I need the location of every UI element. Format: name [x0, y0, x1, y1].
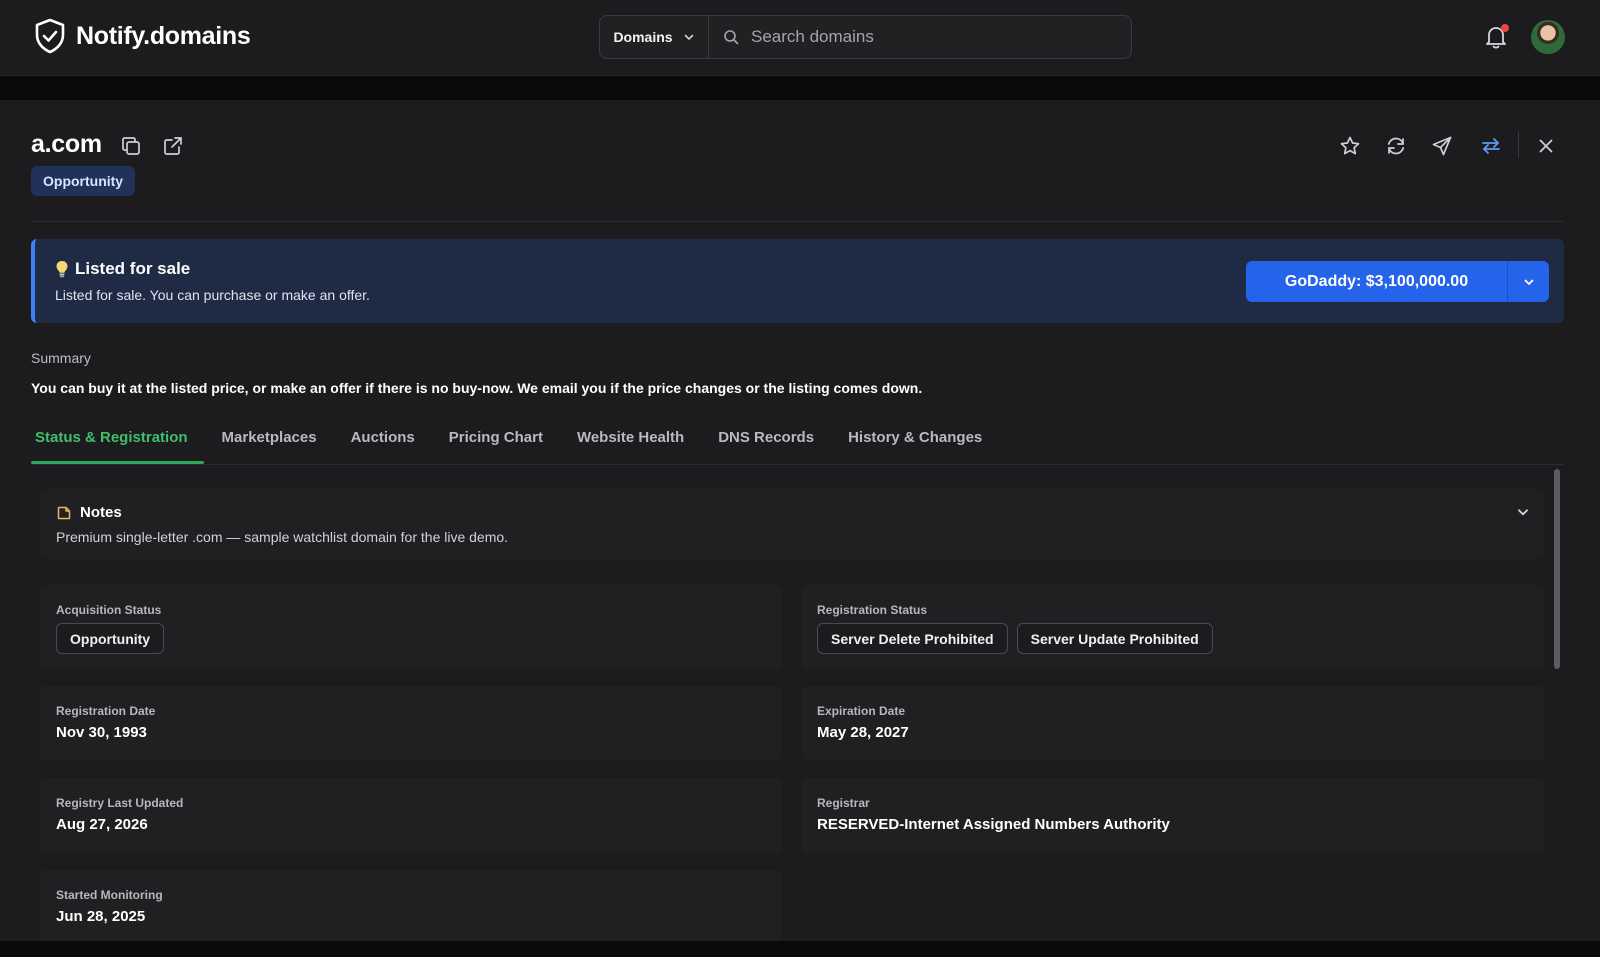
copy-button[interactable]	[118, 133, 144, 159]
acquisition-status-pill[interactable]: Opportunity	[56, 623, 165, 654]
acquisition-status-label: Acquisition Status	[56, 603, 162, 617]
banner-title: Listed for sale	[55, 259, 190, 279]
avatar[interactable]	[1531, 20, 1565, 54]
buy-button-label[interactable]: GoDaddy: $3,100,000.00	[1246, 261, 1508, 302]
tab-bar: Status & Registration Marketplaces Aucti…	[31, 424, 1012, 464]
registrar-card: Registrar RESERVED-Internet Assigned Num…	[801, 778, 1544, 852]
tab-status-registration[interactable]: Status & Registration	[31, 424, 204, 464]
started-monitoring-value: Jun 28, 2025	[56, 908, 146, 925]
footer-gap	[0, 941, 1600, 957]
top-nav-bar: Notify.domains Domains	[0, 0, 1600, 76]
search-field	[709, 16, 1131, 58]
search-scope-dropdown[interactable]: Domains	[600, 16, 709, 58]
external-link-icon	[164, 137, 182, 155]
search-scope-label: Domains	[613, 29, 673, 45]
expiration-date-value: May 28, 2027	[817, 724, 909, 741]
tab-divider	[31, 464, 1564, 465]
tab-marketplaces[interactable]: Marketplaces	[218, 424, 333, 464]
favorite-button[interactable]	[1336, 132, 1364, 160]
refresh-button[interactable]	[1382, 132, 1410, 160]
banner-title-text: Listed for sale	[75, 259, 191, 278]
share-button[interactable]	[1428, 132, 1456, 160]
search-icon	[724, 30, 739, 45]
copy-icon	[122, 137, 140, 155]
chevron-down-icon[interactable]	[1516, 505, 1530, 519]
toolbar-divider	[1518, 132, 1519, 158]
domain-title: a.com	[31, 130, 102, 158]
star-icon	[1340, 136, 1360, 155]
started-monitoring-card: Started Monitoring Jun 28, 2025	[40, 870, 782, 941]
registrar-label: Registrar	[817, 796, 870, 810]
banner-subtitle: Listed for sale. You can purchase or mak…	[55, 287, 370, 303]
tab-auctions[interactable]: Auctions	[347, 424, 431, 464]
search-bar: Domains	[599, 15, 1132, 59]
open-external-button[interactable]	[160, 133, 186, 159]
header-gap	[0, 77, 1600, 100]
acquisition-status-pills: Opportunity	[56, 623, 165, 654]
registration-status-card: Registration Status Server Delete Prohib…	[801, 585, 1544, 669]
expiration-date-label: Expiration Date	[817, 704, 906, 718]
summary-text: You can buy it at the listed price, or m…	[31, 380, 923, 396]
registration-status-label: Registration Status	[817, 603, 928, 617]
lightbulb-icon	[56, 261, 68, 278]
registrar-value: RESERVED-Internet Assigned Numbers Autho…	[817, 816, 1170, 833]
refresh-icon	[1387, 137, 1405, 155]
acquisition-status-card: Acquisition Status Opportunity	[40, 585, 782, 669]
app-name: Notify.domains	[76, 21, 251, 50]
sync-icon	[1482, 138, 1500, 154]
notes-title: Notes	[80, 504, 122, 521]
buy-button[interactable]: GoDaddy: $3,100,000.00	[1246, 261, 1549, 302]
registry-last-updated-label: Registry Last Updated	[56, 796, 184, 810]
status-pill: Server Update Prohibited	[1016, 623, 1213, 654]
summary-label: Summary	[31, 350, 91, 366]
search-input[interactable]	[751, 27, 1131, 47]
status-badge: Opportunity	[31, 166, 136, 196]
tab-pricing-chart[interactable]: Pricing Chart	[445, 424, 559, 464]
notification-dot	[1501, 24, 1509, 32]
scrollbar[interactable]	[1554, 469, 1560, 669]
close-button[interactable]	[1532, 132, 1560, 160]
chevron-down-icon	[1524, 279, 1533, 285]
tab-history-changes[interactable]: History & Changes	[844, 424, 998, 464]
notes-text: Premium single-letter .com — sample watc…	[56, 529, 509, 545]
buy-options-dropdown[interactable]	[1508, 261, 1549, 302]
send-icon	[1432, 136, 1452, 156]
expiration-date-card: Expiration Date May 28, 2027	[801, 686, 1544, 760]
sync-button[interactable]	[1477, 132, 1505, 160]
notes-header: Notes	[56, 504, 122, 521]
close-icon	[1539, 139, 1553, 153]
status-pill: Server Delete Prohibited	[817, 623, 1008, 654]
registration-date-card: Registration Date Nov 30, 1993	[40, 686, 782, 760]
chevron-down-icon	[684, 34, 693, 40]
registration-date-value: Nov 30, 1993	[56, 724, 147, 741]
notes-card[interactable]: Notes Premium single-letter .com — sampl…	[40, 489, 1544, 559]
shield-check-icon	[35, 18, 65, 54]
registration-date-label: Registration Date	[56, 704, 156, 718]
registry-last-updated-value: Aug 27, 2026	[56, 816, 148, 833]
registry-last-updated-card: Registry Last Updated Aug 27, 2026	[40, 778, 782, 852]
registration-status-pills: Server Delete Prohibited Server Update P…	[817, 623, 1213, 654]
tab-website-health[interactable]: Website Health	[573, 424, 700, 464]
started-monitoring-label: Started Monitoring	[56, 888, 163, 902]
tab-dns-records[interactable]: DNS Records	[714, 424, 830, 464]
note-icon	[57, 506, 71, 519]
divider	[31, 221, 1564, 222]
app-logo[interactable]: Notify.domains	[34, 18, 251, 54]
